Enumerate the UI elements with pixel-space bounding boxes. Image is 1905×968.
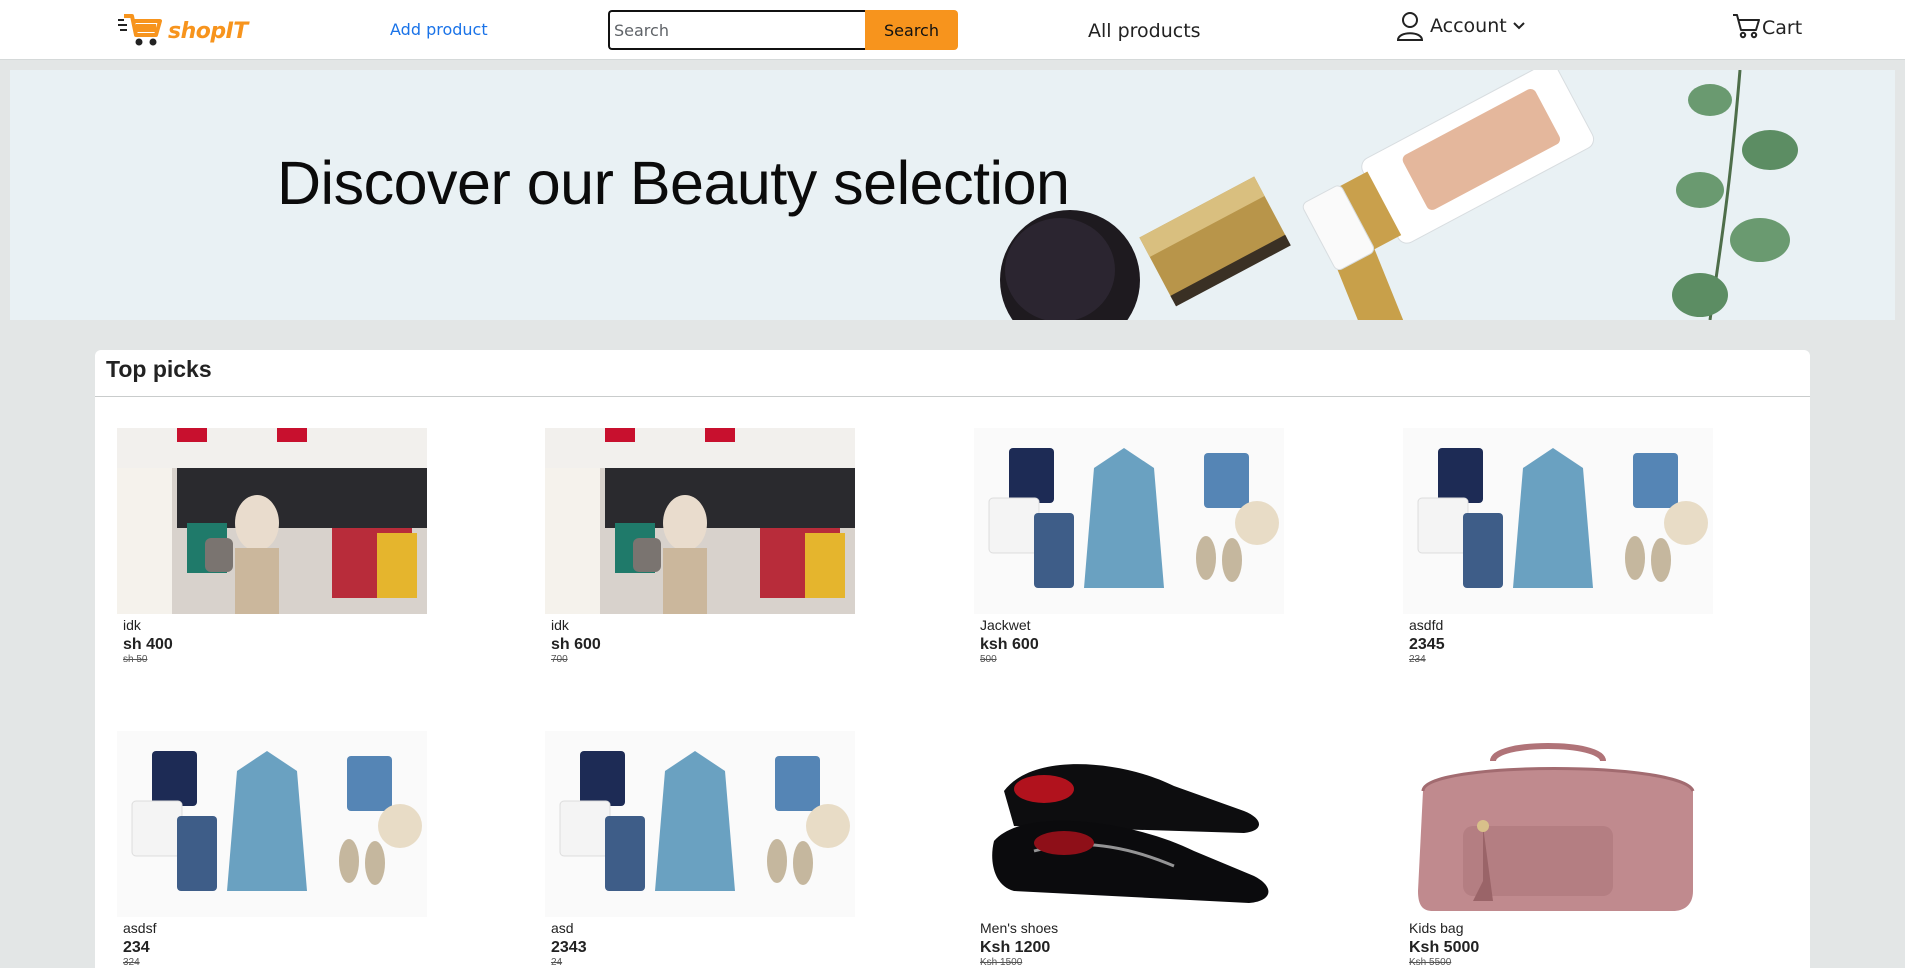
product-price: 2345 [1409,636,1445,653]
product-image [117,731,427,917]
section-title: Top picks [106,356,212,382]
top-picks-section: Top picks idk sh 400 sh 50 idk sh 600 70… [95,350,1810,968]
cart-link[interactable]: Cart [1732,13,1802,39]
cart-label: Cart [1762,17,1803,39]
product-old-price: 500 [980,654,997,665]
section-divider [95,396,1810,397]
all-products-link[interactable]: All products [1088,20,1201,42]
account-menu[interactable]: Account [1396,11,1525,41]
product-price: sh 600 [551,636,601,653]
product-old-price: 700 [551,654,568,665]
product-old-price: Ksh 1500 [980,957,1023,968]
product-price: Ksh 5000 [1409,939,1480,956]
product-old-price: 234 [1409,654,1426,665]
product-name: asd [551,920,574,936]
shopit-logo[interactable]: shopIT [118,13,248,49]
product-old-price: 24 [551,957,563,968]
product-card[interactable]: asd 2343 24 [545,731,855,968]
product-card[interactable]: Kids bag Ksh 5000 Ksh 5500 [1403,731,1713,968]
product-name: idk [123,617,141,633]
product-image [117,428,427,614]
cart-logo-icon [118,14,162,46]
product-name: asdsf [123,920,157,936]
product-price: Ksh 1200 [980,939,1051,956]
product-image [974,731,1284,917]
cart-icon [1733,14,1760,39]
search-bar: Search [608,10,958,50]
product-name: asdfd [1409,617,1444,633]
top-navbar: shopIT Add product Search All products A… [0,0,1905,60]
chevron-down-icon [1513,22,1525,30]
logo-text: shopIT [168,18,248,44]
search-button[interactable]: Search [865,10,958,50]
product-image [974,428,1284,614]
product-name: Men's shoes [980,920,1059,936]
search-input[interactable] [608,10,865,50]
product-price: 2343 [551,939,587,956]
product-name: idk [551,617,569,633]
product-card[interactable]: idk sh 400 sh 50 [117,428,427,665]
product-card[interactable]: asdfd 2345 234 [1403,428,1713,665]
product-image [1403,731,1713,917]
product-price: ksh 600 [980,636,1039,653]
product-price: sh 400 [123,636,173,653]
product-card[interactable]: asdsf 234 324 [117,731,427,968]
product-price: 234 [123,939,150,956]
product-name: Jackwet [980,617,1031,633]
beauty-banner[interactable]: Discover our Beauty selection [10,70,1895,320]
product-old-price: 324 [123,957,140,968]
user-icon [1396,12,1424,41]
add-product-link[interactable]: Add product [390,20,488,39]
product-image [545,428,855,614]
product-card[interactable]: idk sh 600 700 [545,428,855,665]
product-old-price: Ksh 5500 [1409,957,1452,968]
product-name: Kids bag [1409,920,1464,936]
product-card[interactable]: Men's shoes Ksh 1200 Ksh 1500 [974,731,1284,968]
banner-headline: Discover our Beauty selection [277,149,1070,217]
product-card[interactable]: Jackwet ksh 600 500 [974,428,1284,665]
product-old-price: sh 50 [123,654,148,665]
product-image [1403,428,1713,614]
account-label: Account [1430,15,1507,37]
product-image [545,731,855,917]
